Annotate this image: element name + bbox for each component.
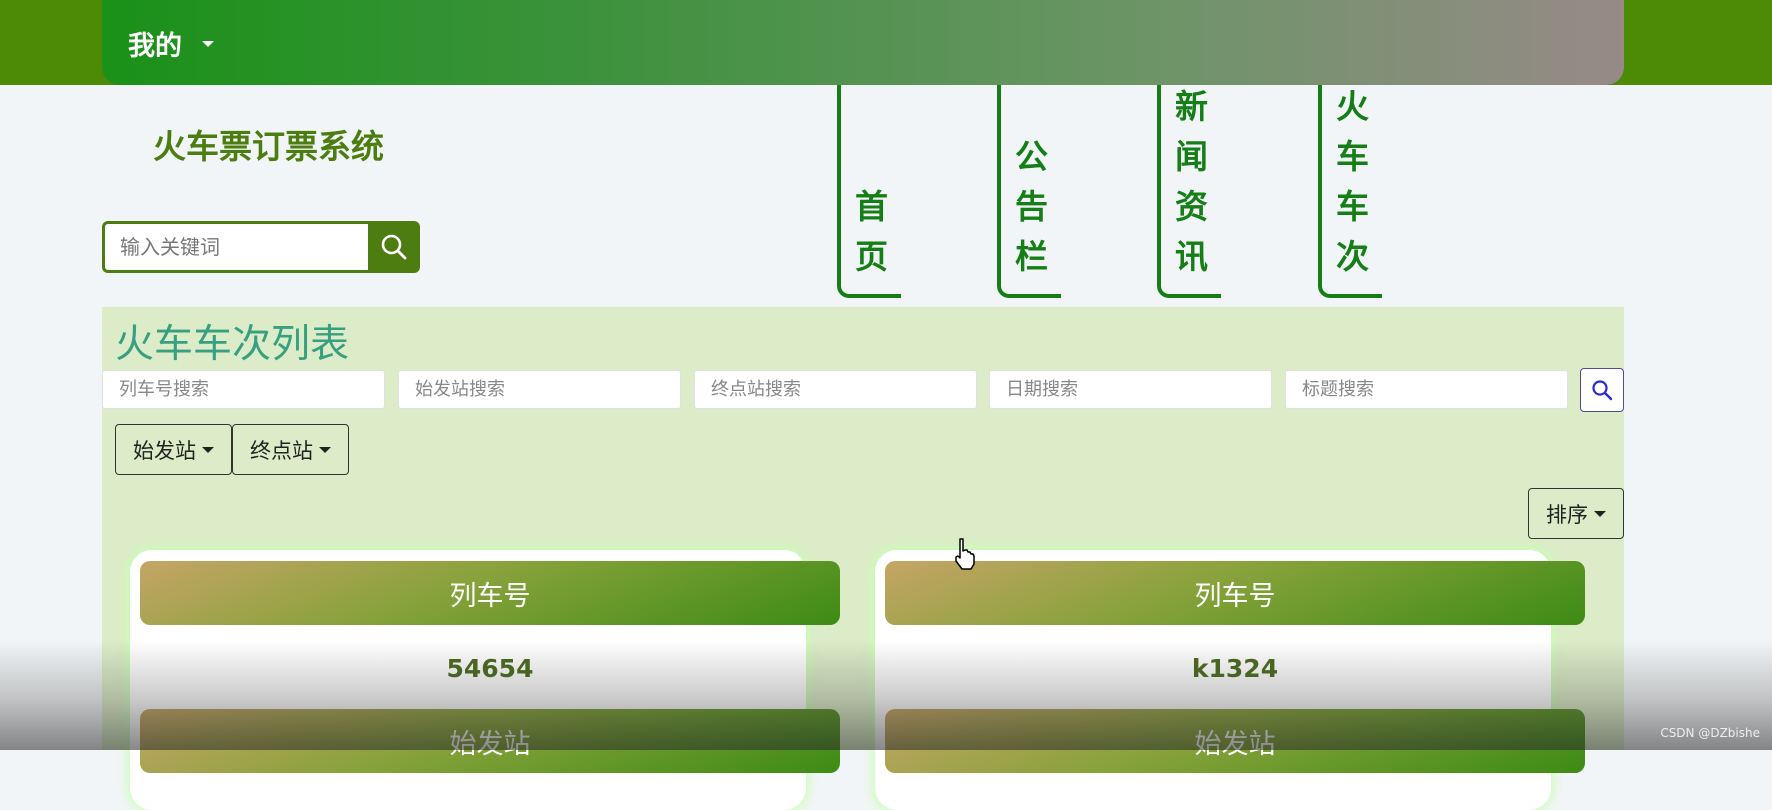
user-menu-label: 我的 bbox=[128, 31, 182, 62]
nav-home-label: 首页 bbox=[855, 187, 888, 276]
nav-notice-board-label: 公告栏 bbox=[1015, 137, 1048, 276]
destination-dropdown[interactable]: 终点站 bbox=[232, 424, 349, 475]
train-no-label: 列车号 bbox=[1194, 580, 1276, 612]
user-menu-dropdown[interactable]: 我的 bbox=[128, 24, 214, 63]
origin-header: 始发站 bbox=[885, 709, 1585, 773]
destination-search-input[interactable] bbox=[694, 370, 977, 409]
nav-train-schedules[interactable]: 火车车次 bbox=[1318, 85, 1382, 298]
origin-label: 始发站 bbox=[449, 728, 531, 760]
filter-search-button[interactable] bbox=[1580, 368, 1624, 412]
top-navbar: 我的 bbox=[102, 0, 1624, 85]
chevron-down-icon bbox=[319, 446, 331, 453]
train-no-value: k1324 bbox=[1191, 654, 1279, 683]
origin-header: 始发站 bbox=[140, 709, 840, 773]
sort-dropdown-label: 排序 bbox=[1546, 502, 1588, 527]
train-card[interactable]: 列车号 54654 始发站 bbox=[130, 550, 840, 810]
header-search bbox=[102, 221, 420, 273]
nav-notice-board[interactable]: 公告栏 bbox=[997, 85, 1061, 298]
keyword-search-button[interactable] bbox=[368, 221, 420, 273]
search-icon bbox=[381, 234, 407, 260]
chevron-down-icon bbox=[202, 446, 214, 453]
train-no-label: 列车号 bbox=[449, 580, 531, 612]
title-search-input[interactable] bbox=[1285, 370, 1568, 409]
train-card[interactable]: 列车号 k1324 始发站 bbox=[875, 550, 1585, 810]
site-title: 火车票订票系统 bbox=[153, 127, 384, 166]
nav-news[interactable]: 新闻资讯 bbox=[1157, 85, 1221, 298]
origin-dropdown-label: 始发站 bbox=[133, 438, 196, 463]
train-no-header: 列车号 bbox=[885, 561, 1585, 625]
sort-dropdown[interactable]: 排序 bbox=[1528, 488, 1624, 539]
origin-label: 始发站 bbox=[1194, 728, 1276, 760]
train-no-search-input[interactable] bbox=[102, 370, 385, 409]
search-icon bbox=[1592, 380, 1613, 401]
date-search-input[interactable] bbox=[989, 370, 1272, 409]
train-no-header: 列车号 bbox=[140, 561, 840, 625]
train-no-value: 54654 bbox=[446, 654, 534, 683]
chevron-down-icon bbox=[1594, 510, 1606, 517]
nav-news-label: 新闻资讯 bbox=[1175, 87, 1208, 276]
hand-cursor-icon bbox=[955, 538, 975, 570]
keyword-search-input[interactable] bbox=[102, 221, 368, 273]
list-title: 火车车次列表 bbox=[115, 322, 350, 367]
origin-search-input[interactable] bbox=[398, 370, 681, 409]
chevron-down-icon bbox=[202, 40, 214, 47]
destination-dropdown-label: 终点站 bbox=[250, 438, 313, 463]
nav-train-schedules-label: 火车车次 bbox=[1336, 87, 1369, 276]
watermark: CSDN @DZbishe bbox=[1660, 726, 1760, 740]
origin-dropdown[interactable]: 始发站 bbox=[115, 424, 232, 475]
train-list-panel: 火车车次列表 始发站 终点站 排序 列车号 54654 始发站 列车号 bbox=[102, 307, 1624, 810]
nav-home[interactable]: 首页 bbox=[837, 85, 901, 298]
